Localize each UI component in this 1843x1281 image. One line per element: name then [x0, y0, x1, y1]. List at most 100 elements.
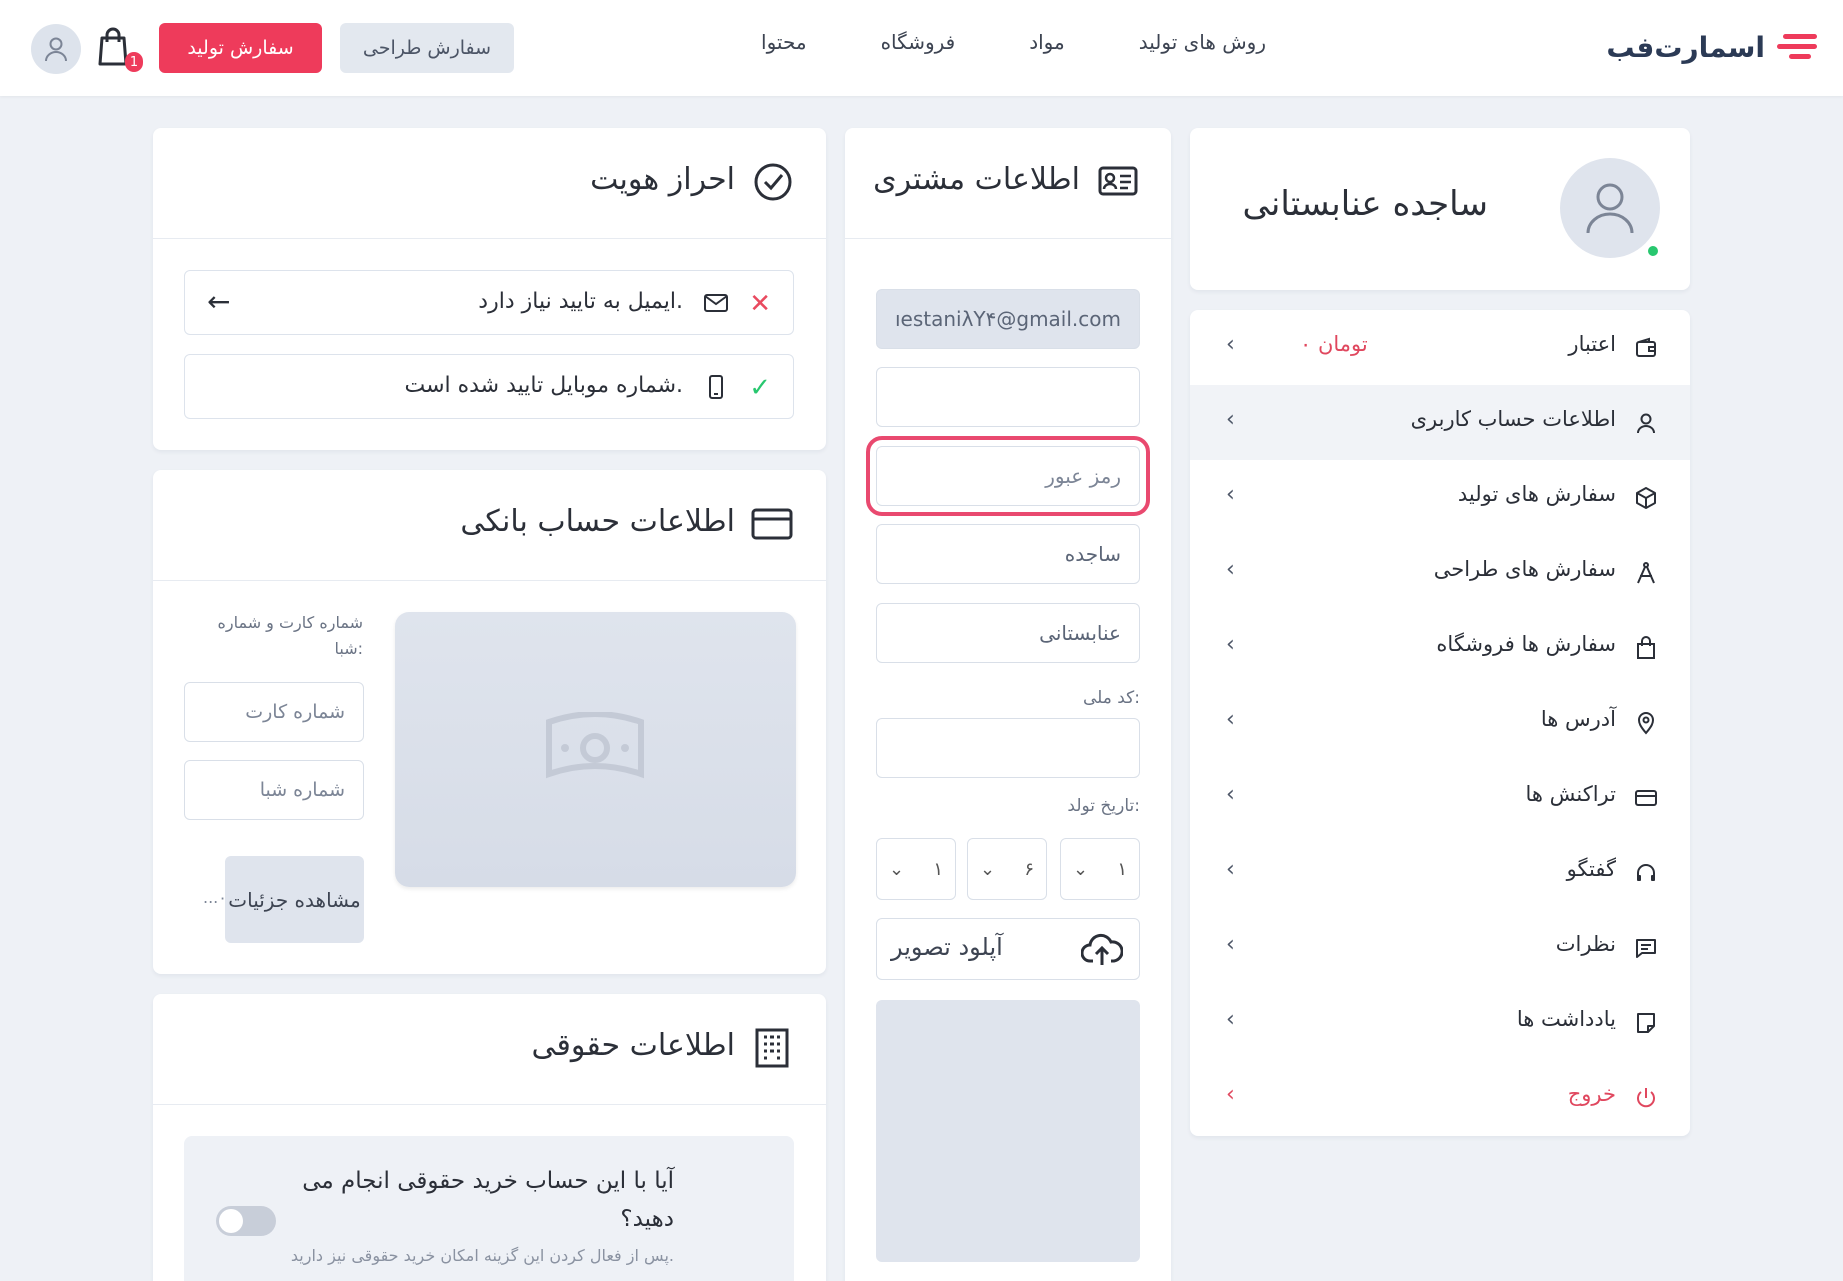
- profile-avatar: [1560, 158, 1660, 258]
- menu-item-notes[interactable]: یادداشت ها ‹: [1190, 985, 1690, 1060]
- profile-name: ساجده عنابستانی: [1242, 184, 1488, 224]
- note-icon: [1637, 1013, 1655, 1033]
- chevron-left-icon: ‹: [1226, 482, 1235, 507]
- check-circle-icon: [754, 163, 792, 201]
- menu-item-addresses[interactable]: آدرس ها ‹: [1190, 685, 1690, 760]
- truncated-text: ...۰: [203, 888, 227, 907]
- menu-label: نظرات: [1555, 932, 1616, 956]
- divider: [153, 580, 826, 581]
- sheba-number-field[interactable]: شماره شبا: [184, 760, 364, 820]
- bank-account-card: اطلاعات حساب بانکی شماره کارت و شماره شب…: [153, 470, 826, 974]
- legal-purchase-box: آیا با این حساب خرید حقوقی انجام می دهید…: [184, 1136, 794, 1281]
- divider: [845, 238, 1171, 239]
- bank-card-image: [395, 612, 796, 887]
- divider: [153, 238, 826, 239]
- password-field[interactable]: رمز عبور: [866, 436, 1150, 516]
- menu-item-design-orders[interactable]: سفارش های طراحی ‹: [1190, 535, 1690, 610]
- arrow-left-icon: ←: [207, 285, 231, 318]
- legal-info-card: اطلاعات حقوقی آیا با این حساب خرید حقوقی…: [153, 994, 826, 1281]
- birth-month-select[interactable]: ⌄ ۶: [967, 838, 1047, 900]
- nav-content[interactable]: محتوا: [724, 30, 844, 54]
- nav-production-methods[interactable]: روش های تولید: [1102, 30, 1303, 54]
- legal-purchase-toggle[interactable]: [216, 1206, 276, 1236]
- chevron-left-icon: ‹: [1226, 332, 1235, 357]
- menu-item-account-info[interactable]: اطلاعات حساب کاربری ‹: [1190, 385, 1690, 460]
- profile-card: ساجده عنابستانی: [1190, 128, 1690, 290]
- production-order-button[interactable]: سفارش تولید: [159, 23, 322, 73]
- menu-label: اعتبار: [1568, 332, 1616, 356]
- credit-card-icon: [1635, 790, 1657, 806]
- toggle-knob: [219, 1209, 243, 1233]
- user-avatar[interactable]: [31, 24, 81, 74]
- design-order-button[interactable]: سفارش طراحی: [340, 23, 514, 73]
- chevron-down-icon: ⌄: [1073, 858, 1089, 880]
- menu-label: سفارش های طراحی: [1433, 557, 1616, 581]
- cloud-upload-icon: [1081, 933, 1123, 965]
- comment-icon: [1636, 939, 1656, 958]
- email-field[interactable]: ıestaniλY۴@gmail.com: [876, 289, 1140, 349]
- menu-item-reviews[interactable]: نظرات ‹: [1190, 910, 1690, 985]
- headphones-icon: [1637, 864, 1655, 881]
- chevron-left-icon: ‹: [1226, 857, 1235, 882]
- birth-day-select[interactable]: ⌄ ۱: [1060, 838, 1140, 900]
- chevron-left-icon: ‹: [1226, 557, 1235, 582]
- menu-label: سفارش ها فروشگاه: [1436, 632, 1616, 656]
- building-icon: [755, 1028, 789, 1068]
- phone-field[interactable]: [876, 367, 1140, 427]
- user-icon: [1586, 183, 1634, 234]
- main-nav: روش های تولید مواد فروشگاه محتوا: [724, 30, 1303, 54]
- chevron-down-icon: ⌄: [889, 858, 905, 880]
- chevron-left-icon: ‹: [1226, 407, 1235, 432]
- shopping-bag-icon: [1637, 636, 1655, 659]
- view-details-button[interactable]: مشاهده جزئیات: [225, 856, 364, 943]
- menu-item-transactions[interactable]: تراکنش ها ‹: [1190, 760, 1690, 835]
- email-status-text: ایمیل به تایید نیاز دارد.: [478, 289, 683, 314]
- chevron-left-icon: ‹: [1226, 707, 1235, 732]
- legal-hint: پس از فعال کردن این گزینه امکان خرید حقو…: [290, 1246, 674, 1265]
- legal-title: اطلاعات حقوقی: [531, 1028, 736, 1063]
- upload-image-button[interactable]: آپلود تصویر: [876, 918, 1140, 980]
- birth-year-select[interactable]: ⌄ ۱: [876, 838, 956, 900]
- menu-label: تراکنش ها: [1525, 782, 1616, 806]
- top-bar: اسمارت‌فب روش های تولید مواد فروشگاه محت…: [0, 0, 1843, 96]
- menu-item-production-orders[interactable]: سفارش های تولید ‹: [1190, 460, 1690, 535]
- menu-item-logout[interactable]: خروج ‹: [1190, 1060, 1690, 1135]
- mail-icon: [704, 294, 728, 312]
- logo[interactable]: اسمارت‌فب: [1606, 24, 1819, 70]
- menu-label: اطلاعات حساب کاربری: [1410, 407, 1616, 431]
- first-name-field[interactable]: ساجده: [876, 524, 1140, 584]
- upload-label: آپلود تصویر: [891, 933, 1003, 961]
- mobile-status-text: شماره موبایل تایید شده است.: [404, 373, 683, 398]
- account-menu: اعتبار ۰ تومان ‹ اطلاعات حساب کاربری ‹ س…: [1190, 310, 1690, 1136]
- divider: [153, 1104, 826, 1105]
- check-icon: ✓: [749, 373, 771, 403]
- identity-verification-card: احراز هویت ✕ ایمیل به تایید نیاز دارد. ←…: [153, 128, 826, 450]
- chevron-down-icon: ⌄: [980, 858, 996, 880]
- customer-info-card: اطلاعات مشتری ıestaniλY۴@gmail.com رمز ع…: [845, 128, 1171, 1281]
- cart-button[interactable]: 1: [96, 26, 143, 72]
- nav-shop[interactable]: فروشگاه: [844, 30, 993, 54]
- mobile-verification-row: ✓ شماره موبایل تایید شده است.: [184, 354, 794, 419]
- menu-label: خروج: [1567, 1082, 1616, 1106]
- chevron-left-icon: ‹: [1226, 1082, 1235, 1107]
- user-icon: [1637, 413, 1655, 434]
- credit-balance: ۰ تومان: [1300, 332, 1368, 356]
- card-number-field[interactable]: شماره کارت: [184, 682, 364, 742]
- menu-item-credit[interactable]: اعتبار ۰ تومان ‹: [1190, 310, 1690, 385]
- national-code-field[interactable]: [876, 718, 1140, 778]
- menu-item-chat[interactable]: گفتگو ‹: [1190, 835, 1690, 910]
- menu-label: آدرس ها: [1540, 707, 1616, 731]
- email-verification-row[interactable]: ✕ ایمیل به تایید نیاز دارد. ←: [184, 270, 794, 335]
- nav-materials[interactable]: مواد: [992, 30, 1102, 54]
- money-icon: [546, 712, 644, 779]
- birth-year-value: ۱: [933, 858, 943, 880]
- customer-info-title: اطلاعات مشتری: [873, 162, 1080, 197]
- menu-label: گفتگو: [1566, 857, 1616, 881]
- menu-item-shop-orders[interactable]: سفارش ها فروشگاه ‹: [1190, 610, 1690, 685]
- id-card-icon: [1098, 166, 1138, 196]
- birth-day-value: ۱: [1117, 858, 1127, 880]
- national-code-label: کد ملی:: [1082, 688, 1140, 708]
- last-name-field[interactable]: عنابستانی: [876, 603, 1140, 663]
- wallet-icon: [1636, 337, 1656, 357]
- legal-question: آیا با این حساب خرید حقوقی انجام می دهید…: [302, 1168, 674, 1232]
